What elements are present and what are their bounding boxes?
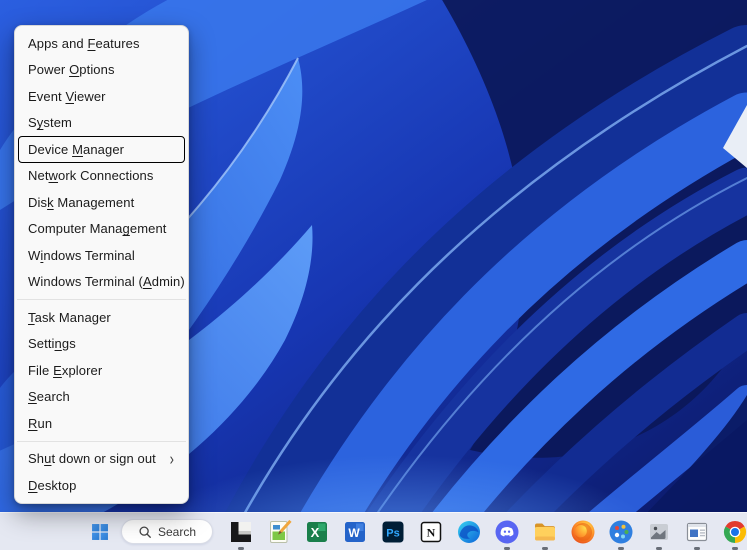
svg-text:X: X: [311, 525, 320, 540]
taskbar-center-group: Search X W Ps N: [86, 513, 747, 550]
notes-app-icon[interactable]: [266, 519, 292, 545]
paint-app-icon[interactable]: [608, 519, 634, 550]
menu-item-settings[interactable]: Settings: [18, 331, 185, 358]
menu-separator: [17, 440, 186, 442]
menu-item-label: File Explorer: [28, 362, 103, 378]
menu-item-label: Device Manager: [28, 141, 125, 157]
menu-item-device-manager[interactable]: Device Manager: [18, 136, 185, 163]
word-icon[interactable]: W: [342, 519, 368, 545]
menu-item-label: Apps and Features: [28, 35, 140, 51]
taskbar-search[interactable]: Search: [121, 519, 213, 544]
menu-item-shut-down-or-sign-out[interactable]: Shut down or sign out ›: [18, 446, 185, 473]
menu-item-label: Computer Management: [28, 221, 167, 237]
menu-item-label: Disk Management: [28, 194, 135, 210]
edge-icon[interactable]: [456, 519, 482, 545]
taskbar: Search X W Ps N: [0, 512, 747, 550]
running-indicator: [618, 546, 624, 550]
submenu-chevron-icon: ›: [169, 448, 174, 469]
menu-item-run[interactable]: Run: [18, 410, 185, 437]
menu-item-windows-terminal[interactable]: Windows Terminal: [18, 242, 185, 269]
running-indicator: [238, 546, 244, 550]
menu-item-disk-management[interactable]: Disk Management: [18, 189, 185, 216]
menu-item-label: Desktop: [28, 477, 77, 493]
menu-item-apps-and-features[interactable]: Apps and Features: [18, 30, 185, 57]
menu-separator: [17, 299, 186, 300]
menu-item-label: Windows Terminal: [28, 247, 135, 263]
menu-item-label: Windows Terminal (Admin): [28, 274, 185, 290]
menu-item-computer-management[interactable]: Computer Management: [18, 216, 185, 243]
menu-item-label: System: [28, 115, 72, 131]
menu-item-desktop[interactable]: Desktop: [18, 472, 185, 499]
search-label: Search: [157, 524, 197, 539]
windows-logo-icon: [91, 523, 109, 541]
dark-square-app-icon[interactable]: [228, 519, 254, 550]
chrome-icon[interactable]: [722, 519, 747, 550]
taskbar-icons: X W Ps N: [228, 519, 747, 550]
menu-item-label: Task Manager: [28, 309, 111, 325]
menu-item-task-manager[interactable]: Task Manager: [18, 304, 185, 331]
file-explorer-icon[interactable]: [532, 519, 558, 550]
desktop: Apps and Features Power Options Event View…: [0, 0, 747, 550]
menu-item-search[interactable]: Search: [18, 384, 185, 411]
excel-icon[interactable]: X: [304, 519, 330, 545]
running-indicator: [542, 546, 548, 550]
menu-item-network-connections[interactable]: Network Connections: [18, 163, 185, 190]
discord-icon[interactable]: [494, 519, 520, 550]
notion-icon[interactable]: N: [418, 519, 444, 545]
svg-text:N: N: [427, 525, 436, 539]
menu-item-label: Shut down or sign out: [28, 451, 156, 467]
menu-item-label: Power Options: [28, 62, 115, 78]
menu-item-label: Settings: [28, 336, 76, 352]
running-indicator: [694, 546, 700, 550]
menu-item-event-viewer[interactable]: Event Viewer: [18, 83, 185, 110]
winx-menu: Apps and Features Power Options Event View…: [14, 25, 189, 504]
menu-item-label: Network Connections: [28, 168, 154, 184]
menu-item-label: Search: [28, 389, 70, 405]
search-icon: [138, 525, 152, 539]
firefox-icon[interactable]: [570, 519, 596, 545]
menu-item-label: Event Viewer: [28, 88, 106, 104]
utility-app-icon[interactable]: [646, 519, 672, 550]
running-indicator: [732, 546, 738, 550]
menu-item-power-options[interactable]: Power Options: [18, 57, 185, 84]
menu-item-label: Run: [28, 415, 53, 431]
running-indicator: [504, 546, 510, 550]
menu-item-file-explorer[interactable]: File Explorer: [18, 357, 185, 384]
app-window-icon[interactable]: [684, 519, 710, 550]
menu-item-system[interactable]: System: [18, 110, 185, 137]
svg-text:W: W: [348, 526, 360, 540]
photoshop-icon[interactable]: Ps: [380, 519, 406, 545]
start-button[interactable]: [86, 518, 114, 546]
running-indicator: [656, 546, 662, 550]
svg-text:Ps: Ps: [386, 527, 399, 539]
menu-item-windows-terminal-admin[interactable]: Windows Terminal (Admin): [18, 269, 185, 296]
